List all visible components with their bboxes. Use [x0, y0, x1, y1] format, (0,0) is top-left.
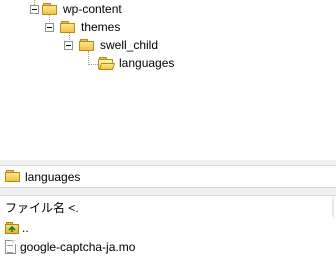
collapse-icon[interactable] — [64, 41, 73, 50]
file-name: google-captcha-ja.mo — [20, 240, 136, 254]
folder-icon — [60, 20, 76, 34]
folder-open-icon — [98, 56, 116, 70]
folder-icon — [5, 170, 21, 183]
tree-item-label: themes — [81, 20, 121, 34]
tree-connector — [88, 64, 98, 65]
tree-item-themes[interactable]: themes — [60, 18, 122, 36]
tree-item-label: wp-content — [63, 2, 122, 16]
tree-item-wp-content[interactable]: wp-content — [42, 0, 124, 18]
folder-icon — [79, 38, 95, 52]
tree-item-label: languages — [119, 56, 175, 70]
folder-icon — [42, 2, 58, 16]
tree-item-languages[interactable]: languages — [98, 54, 176, 72]
column-header-filename[interactable]: ファイル名 <. — [0, 196, 334, 218]
pane-divider — [0, 188, 336, 196]
collapse-icon[interactable] — [30, 5, 39, 14]
list-item-parent[interactable]: .. — [5, 219, 29, 237]
collapse-icon[interactable] — [45, 23, 54, 32]
current-path-label: languages — [25, 169, 81, 184]
column-header-label: ファイル名 <. — [5, 200, 79, 215]
list-item-file[interactable]: google-captcha-ja.mo — [5, 238, 135, 256]
file-list[interactable]: .. google-captcha-ja.mo — [0, 218, 336, 273]
tree-item-label: swell_child — [100, 38, 159, 52]
file-name: .. — [22, 221, 29, 235]
column-separator[interactable] — [332, 199, 333, 215]
current-path-bar: languages — [0, 166, 336, 188]
parent-folder-icon — [5, 222, 19, 234]
directory-tree[interactable]: wp-content themes swell_child languages — [0, 0, 336, 160]
tree-item-swell-child[interactable]: swell_child — [79, 36, 160, 54]
file-icon — [5, 240, 17, 254]
